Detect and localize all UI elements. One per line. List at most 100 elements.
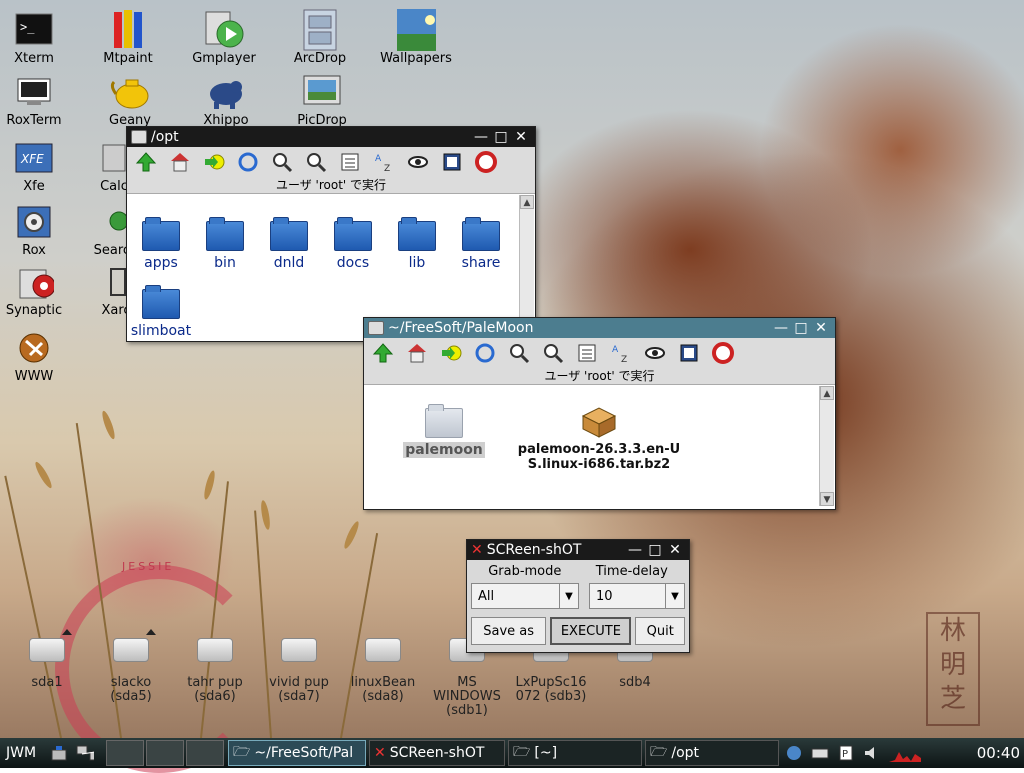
- clock[interactable]: 00:40: [977, 744, 1020, 762]
- time-delay-select[interactable]: 10 ▼: [589, 583, 685, 609]
- quit-button[interactable]: Quit: [635, 617, 685, 645]
- folder-item[interactable]: bin: [193, 217, 257, 271]
- scroll-down-icon[interactable]: ▼: [820, 492, 834, 506]
- drive-sda5[interactable]: slacko (sda5): [88, 629, 174, 704]
- scroll-up-icon[interactable]: ▲: [520, 195, 534, 209]
- network-tray-icon[interactable]: [785, 744, 803, 762]
- desktop-3[interactable]: [186, 740, 224, 766]
- desktop-icon-synaptic[interactable]: Synaptic: [0, 262, 74, 318]
- desktop-icon-wallpapers[interactable]: Wallpapers: [376, 9, 456, 66]
- desktop-icon-rox[interactable]: Rox: [0, 202, 74, 258]
- close-button[interactable]: ✕: [811, 320, 831, 336]
- drive-sda8[interactable]: linuxBean (sda8): [340, 638, 426, 704]
- titlebar[interactable]: ✕ SCReen-shOT — □ ✕: [467, 540, 689, 560]
- desktop-icon-www[interactable]: WWW: [0, 328, 74, 384]
- desktop-icon-roxterm[interactable]: RoxTerm: [0, 72, 74, 128]
- save-as-button[interactable]: Save as: [471, 617, 547, 645]
- maximize-button[interactable]: □: [791, 320, 811, 336]
- eye-icon[interactable]: [642, 340, 668, 366]
- desktop-1[interactable]: [106, 740, 144, 766]
- maximize-button[interactable]: □: [491, 129, 511, 145]
- folder-item[interactable]: apps: [129, 217, 193, 271]
- task-screenshot[interactable]: ✕ SCReen-shOT: [369, 740, 505, 766]
- scroll-up-icon[interactable]: ▲: [820, 386, 834, 400]
- drive-sda7[interactable]: vivid pup (sda7): [256, 638, 342, 704]
- drive-icon: [281, 638, 317, 662]
- scrollbar[interactable]: ▲ ▼: [819, 386, 834, 506]
- folder-item[interactable]: lib: [385, 217, 449, 271]
- window-opt[interactable]: /opt — □ ✕ AZ ユーザ 'root' で実行 apps bin dn…: [126, 126, 536, 342]
- network-icon[interactable]: [76, 744, 94, 762]
- up-arrow-icon[interactable]: [370, 340, 396, 366]
- zoom-in-icon[interactable]: [506, 340, 532, 366]
- teapot-icon: [110, 72, 150, 112]
- task-palemoon[interactable]: 🗁 ~/FreeSoft/Pal: [228, 740, 366, 766]
- file-item[interactable]: palemoon-26.3.3.en-US.linux-i686.tar.bz2: [514, 404, 684, 472]
- titlebar[interactable]: /opt — □ ✕: [127, 127, 535, 147]
- titlebar[interactable]: ~/FreeSoft/PaleMoon — □ ✕: [364, 318, 835, 338]
- svg-text:XFE: XFE: [20, 152, 44, 166]
- desktop-icon-arcdrop[interactable]: ArcDrop: [280, 9, 360, 66]
- desktop-2[interactable]: [146, 740, 184, 766]
- sort-icon[interactable]: AZ: [371, 149, 397, 175]
- help-icon[interactable]: [710, 340, 736, 366]
- drive-sda1[interactable]: sda1: [4, 629, 90, 690]
- grab-mode-select[interactable]: All ▼: [471, 583, 579, 609]
- archive-icon: [300, 9, 340, 51]
- window-title: SCReen-shOT: [486, 542, 582, 558]
- sort-icon[interactable]: AZ: [608, 340, 634, 366]
- details-view-icon[interactable]: [574, 340, 600, 366]
- close-button[interactable]: ✕: [665, 542, 685, 558]
- task-opt[interactable]: 🗁 /opt: [645, 740, 779, 766]
- screenshot-app-icon: ✕: [471, 542, 483, 558]
- folder-item[interactable]: palemoon: [400, 404, 488, 458]
- chevron-down-icon[interactable]: ▼: [665, 584, 684, 608]
- show-desktop-icon[interactable]: [50, 744, 68, 762]
- settings-icon[interactable]: [439, 149, 465, 175]
- goto-icon[interactable]: [201, 149, 227, 175]
- maximize-button[interactable]: □: [645, 542, 665, 558]
- eject-icon: [146, 629, 156, 635]
- folder-item[interactable]: dnld: [257, 217, 321, 271]
- zoom-in-icon[interactable]: [269, 149, 295, 175]
- refresh-icon[interactable]: [472, 340, 498, 366]
- goto-icon[interactable]: [438, 340, 464, 366]
- jwm-menu-button[interactable]: JWM: [6, 745, 46, 761]
- close-button[interactable]: ✕: [511, 129, 531, 145]
- execute-button[interactable]: EXECUTE: [550, 617, 632, 645]
- wallpaper-text: JESSIE: [122, 560, 175, 573]
- desktop-icon-xterm[interactable]: >_ Xterm: [0, 10, 74, 66]
- task-home[interactable]: 🗁 [~]: [508, 740, 642, 766]
- folder-item[interactable]: docs: [321, 217, 385, 271]
- minimize-button[interactable]: —: [771, 320, 791, 336]
- refresh-icon[interactable]: [235, 149, 261, 175]
- zoom-fit-icon[interactable]: [303, 149, 329, 175]
- desktop-icon-xfe[interactable]: XFE Xfe: [0, 138, 74, 194]
- home-icon[interactable]: [404, 340, 430, 366]
- desktop-icon-xhippo[interactable]: Xhippo: [186, 72, 266, 128]
- folder-item[interactable]: share: [449, 217, 513, 271]
- desktop-icon-geany[interactable]: Geany: [90, 72, 170, 128]
- minimize-button[interactable]: —: [471, 129, 491, 145]
- help-icon[interactable]: [473, 149, 499, 175]
- up-arrow-icon[interactable]: [133, 149, 159, 175]
- details-view-icon[interactable]: [337, 149, 363, 175]
- volume-icon[interactable]: [863, 744, 881, 762]
- file-list[interactable]: palemoon palemoon-26.3.3.en-US.linux-i68…: [364, 386, 819, 508]
- desktop-icon-picdrop[interactable]: PicDrop: [282, 72, 362, 128]
- chevron-down-icon[interactable]: ▼: [559, 584, 578, 608]
- clipboard-icon[interactable]: P: [837, 744, 855, 762]
- window-screenshot[interactable]: ✕ SCReen-shOT — □ ✕ Grab-mode Time-delay…: [466, 539, 690, 653]
- window-palemoon[interactable]: ~/FreeSoft/PaleMoon — □ ✕ AZ ユーザ 'root' …: [363, 317, 836, 510]
- desktop-icon-gmplayer[interactable]: Gmplayer: [184, 10, 264, 66]
- minimize-button[interactable]: —: [625, 542, 645, 558]
- keyboard-icon[interactable]: [811, 744, 829, 762]
- desktop-icon-mtpaint[interactable]: Mtpaint: [88, 10, 168, 66]
- zoom-fit-icon[interactable]: [540, 340, 566, 366]
- eye-icon[interactable]: [405, 149, 431, 175]
- folder-item[interactable]: slimboat: [129, 285, 193, 339]
- picture-icon: [302, 72, 342, 112]
- home-icon[interactable]: [167, 149, 193, 175]
- drive-sda6[interactable]: tahr pup (sda6): [172, 638, 258, 704]
- settings-icon[interactable]: [676, 340, 702, 366]
